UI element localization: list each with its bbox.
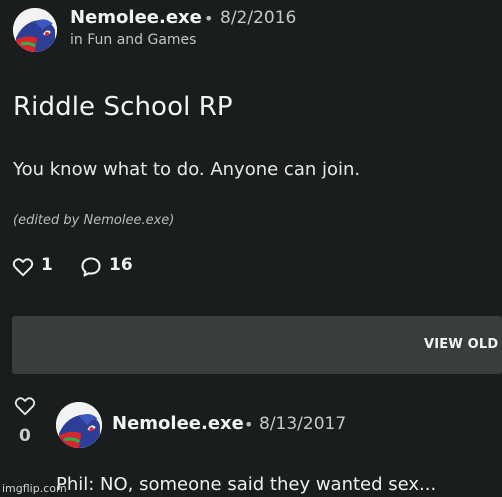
comment-text: Phil: NO, someone said they wanted sex..…	[56, 474, 437, 495]
meta-separator: •	[244, 415, 254, 434]
comment-author-avatar[interactable]	[56, 402, 102, 448]
avatar-image	[56, 402, 102, 448]
comment-like-button[interactable]	[14, 396, 36, 418]
meta-separator: •	[204, 9, 214, 28]
like-count: 1	[41, 255, 53, 275]
view-older-comments-button[interactable]: VIEW OLD	[12, 316, 502, 374]
view-older-label: VIEW OLD	[424, 337, 499, 352]
speech-bubble-icon	[81, 257, 101, 277]
comment-author-name[interactable]: Nemolee.exe	[112, 413, 244, 434]
post-body: You know what to do. Anyone can join.	[13, 159, 361, 180]
imgflip-watermark: imgflip.com	[2, 482, 67, 495]
post-author-name[interactable]: Nemolee.exe	[70, 7, 202, 28]
heart-icon	[12, 258, 34, 277]
comment-like-count: 0	[19, 426, 31, 446]
post-author-avatar[interactable]	[13, 8, 57, 52]
heart-icon	[14, 397, 36, 416]
post-date: 8/2/2016	[220, 8, 297, 28]
post-community[interactable]: in Fun and Games	[70, 32, 196, 48]
comment-button[interactable]: 16	[80, 255, 140, 279]
comment-date: 8/13/2017	[259, 414, 347, 434]
avatar-image	[13, 8, 57, 52]
comment-count: 16	[109, 255, 133, 275]
edited-note: (edited by Nemolee.exe)	[13, 213, 175, 228]
post-title: Riddle School RP	[13, 92, 233, 122]
like-button[interactable]: 1	[12, 255, 58, 279]
